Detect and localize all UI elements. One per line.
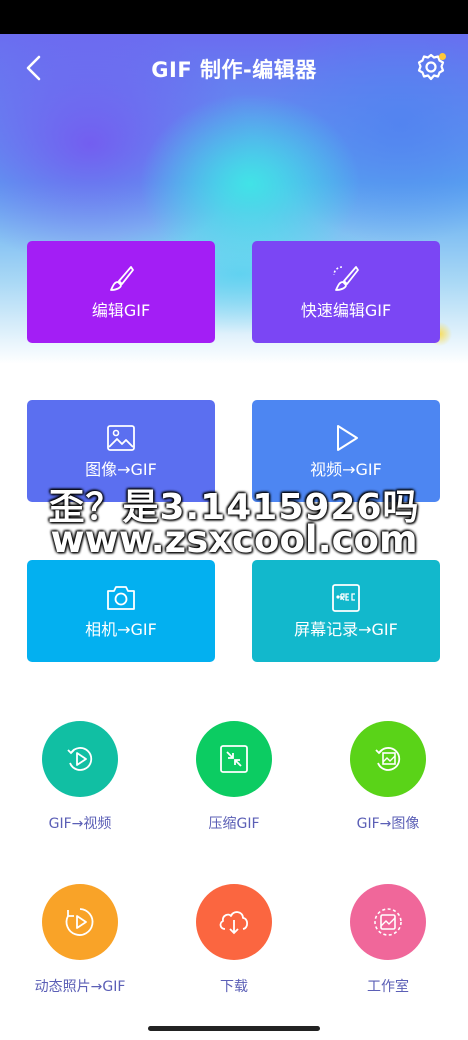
brush-icon (110, 266, 134, 291)
tool-download[interactable]: 下载 (159, 884, 309, 996)
tool-compress-gif[interactable]: 压缩GIF (159, 721, 309, 833)
home-indicator[interactable] (148, 1026, 320, 1031)
status-bar (0, 0, 468, 34)
tile-label: 图像→GIF (85, 460, 157, 479)
play-icon (337, 425, 358, 451)
gif-to-image-button[interactable] (350, 721, 426, 797)
page-title: GIF 制作-编辑器 (151, 58, 317, 82)
cloud-download-icon (219, 911, 249, 935)
tile-label: 快速编辑GIF (300, 301, 392, 320)
tool-label: GIF→视频 (48, 816, 112, 832)
tile-label: 屏幕记录→GIF (294, 620, 398, 639)
live-photo-to-gif-button[interactable] (42, 884, 118, 960)
watermark-line-2: www.zsxcool.com (50, 518, 418, 561)
tile-camera-to-gif[interactable]: 相机→GIF (27, 560, 215, 662)
quick-brush-icon (333, 266, 359, 291)
compress-icon (220, 745, 248, 773)
tile-label: 编辑GIF (91, 301, 151, 320)
gif-to-image-icon (375, 747, 401, 771)
image-icon (107, 425, 135, 451)
tool-label: GIF→图像 (356, 816, 420, 832)
tool-studio[interactable]: 工作室 (313, 884, 463, 996)
tool-label: 压缩GIF (208, 816, 260, 832)
studio-icon (374, 908, 402, 936)
tool-label: 工作室 (367, 979, 409, 995)
tool-gif-to-image[interactable]: GIF→图像 (313, 721, 463, 833)
camera-icon (107, 586, 135, 610)
download-button[interactable] (196, 884, 272, 960)
tile-label: 视频→GIF (310, 460, 382, 479)
live-photo-icon (65, 908, 94, 936)
tool-label: 下载 (220, 979, 248, 995)
gif-to-video-icon (67, 747, 93, 771)
tile-screen-record-to-gif[interactable]: 屏幕记录→GIF (252, 560, 440, 662)
tool-label: 动态照片→GIF (34, 979, 126, 995)
app-bar: GIF 制作-编辑器 (0, 34, 468, 102)
gif-to-video-button[interactable] (42, 721, 118, 797)
tile-edit-gif[interactable]: 编辑GIF (27, 241, 215, 343)
rec-icon (332, 584, 360, 612)
tile-label: 相机→GIF (85, 620, 157, 639)
compress-gif-button[interactable] (196, 721, 272, 797)
tool-gif-to-video[interactable]: GIF→视频 (5, 721, 155, 833)
settings-button[interactable] (414, 50, 448, 84)
notification-dot (439, 53, 446, 60)
studio-button[interactable] (350, 884, 426, 960)
tool-live-photo-to-gif[interactable]: 动态照片→GIF (5, 884, 155, 996)
tile-quick-edit-gif[interactable]: 快速编辑GIF (252, 241, 440, 343)
